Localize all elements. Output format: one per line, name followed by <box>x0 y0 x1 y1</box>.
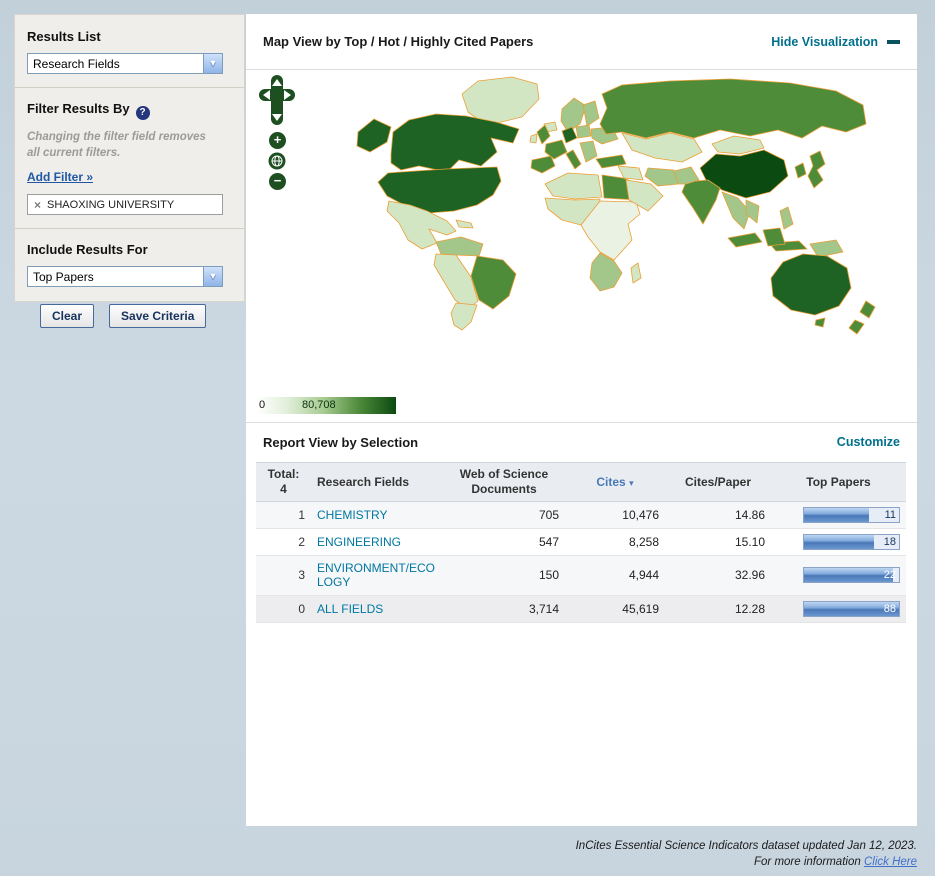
map-countries <box>356 76 876 335</box>
filter-chip-label: SHAOXING UNIVERSITY <box>47 198 175 211</box>
filter-note: Changing the filter field removes all cu… <box>27 131 206 160</box>
map-view-header: Map View by Top / Hot / Highly Cited Pap… <box>246 14 917 70</box>
table-row: 0 ALL FIELDS 3,714 45,619 12.28 88 <box>256 595 906 623</box>
more-info-text: For more information <box>754 855 864 868</box>
criteria-buttons: Clear Save Criteria <box>40 304 207 328</box>
row-cites-per-paper: 32.96 <box>665 555 771 596</box>
top-papers-bar-fill <box>804 535 875 549</box>
report-view-title: Report View by Selection <box>263 434 419 450</box>
report-view-header: Report View by Selection Customize <box>246 423 917 461</box>
remove-filter-icon[interactable]: × <box>34 199 41 211</box>
row-rank: 3 <box>256 555 311 596</box>
table-row: 1 CHEMISTRY 705 10,476 14.86 11 <box>256 501 906 529</box>
column-header-total: Total: 4 <box>256 462 311 502</box>
main-panel: Map View by Top / Hot / Highly Cited Pap… <box>246 14 917 826</box>
report-table: Total: 4 Research Fields Web of Science … <box>256 462 906 623</box>
row-rank: 1 <box>256 501 311 529</box>
filter-chip-shaoxing-university[interactable]: × SHAOXING UNIVERSITY <box>27 194 223 216</box>
legend-max-value: 80,708 <box>302 399 336 411</box>
world-map-region: + − 0 80,708 <box>246 70 917 423</box>
top-papers-bar: 11 <box>803 507 900 523</box>
dropdown-arrow-icon[interactable]: ▼ <box>203 54 222 73</box>
include-results-selected-value: Top Papers <box>33 270 94 285</box>
top-papers-value: 11 <box>884 509 896 521</box>
column-header-cites-per-paper[interactable]: Cites/Paper <box>665 462 771 502</box>
filter-sidebar: Results List Research Fields ▼ Filter Re… <box>14 14 245 303</box>
research-field-link[interactable]: ENVIRONMENT/ECOLOGY <box>317 561 437 590</box>
save-criteria-button[interactable]: Save Criteria <box>109 304 207 328</box>
column-header-documents[interactable]: Web of Science Documents <box>443 462 565 502</box>
row-documents: 150 <box>443 555 565 596</box>
row-documents: 547 <box>443 528 565 556</box>
row-cites-per-paper: 14.86 <box>665 501 771 529</box>
row-cites: 8,258 <box>565 528 665 556</box>
map-pan-control[interactable] <box>258 74 296 126</box>
legend-min-value: 0 <box>259 399 266 411</box>
row-documents: 3,714 <box>443 595 565 623</box>
results-list-label: Results List <box>27 29 101 44</box>
include-results-select[interactable]: Top Papers ▼ <box>27 266 223 288</box>
report-table-body: 1 CHEMISTRY 705 10,476 14.86 11 2 ENGINE… <box>256 501 906 623</box>
results-list-selected-value: Research Fields <box>33 57 120 71</box>
top-papers-value: 22 <box>883 569 896 582</box>
row-cites: 10,476 <box>565 501 665 529</box>
hide-visualization-link[interactable]: Hide Visualization <box>771 35 900 49</box>
choropleth-world-map[interactable] <box>250 72 910 372</box>
table-row: 2 ENGINEERING 547 8,258 15.10 18 <box>256 528 906 556</box>
include-results-for-label: Include Results For <box>27 242 148 258</box>
collapse-minus-icon <box>887 39 900 44</box>
table-row: 3 ENVIRONMENT/ECOLOGY 150 4,944 32.96 22 <box>256 555 906 596</box>
map-navigation-controls: + − <box>258 74 300 190</box>
zoom-out-button[interactable]: − <box>269 173 286 190</box>
column-header-cites-sorted[interactable]: Cites ▾ <box>565 462 665 502</box>
sidebar-divider <box>15 87 244 88</box>
top-papers-bar: 18 <box>803 534 900 550</box>
row-documents: 705 <box>443 501 565 529</box>
column-header-top-papers[interactable]: Top Papers <box>771 462 906 502</box>
row-cites: 45,619 <box>565 595 665 623</box>
top-papers-bar: 88 <box>803 600 900 617</box>
help-icon[interactable]: ? <box>135 106 150 120</box>
column-header-research-fields[interactable]: Research Fields <box>311 462 443 502</box>
globe-icon <box>268 152 286 170</box>
research-field-link[interactable]: CHEMISTRY <box>317 508 437 522</box>
top-papers-value: 18 <box>883 536 896 548</box>
row-cites: 4,944 <box>565 555 665 596</box>
dataset-updated-text: InCites Essential Science Indicators dat… <box>575 840 917 852</box>
world-extent-button[interactable] <box>268 152 286 170</box>
customize-link[interactable]: Customize <box>837 435 900 449</box>
sort-down-icon: ▾ <box>629 477 634 488</box>
results-list-select[interactable]: Research Fields ▼ <box>27 53 223 74</box>
row-cites-per-paper: 15.10 <box>665 528 771 556</box>
map-view-title: Map View by Top / Hot / Highly Cited Pap… <box>263 34 534 49</box>
sidebar-divider <box>15 228 244 230</box>
row-cites-per-paper: 12.28 <box>665 595 771 623</box>
research-field-link[interactable]: ENGINEERING <box>317 535 437 549</box>
filter-results-by-label: Filter Results By? <box>27 101 232 120</box>
zoom-in-button[interactable]: + <box>269 132 286 149</box>
top-papers-bar: 22 <box>803 567 900 584</box>
top-papers-value: 88 <box>883 602 896 615</box>
row-rank: 0 <box>256 595 311 623</box>
clear-button[interactable]: Clear <box>40 304 95 328</box>
research-field-link[interactable]: ALL FIELDS <box>317 602 437 616</box>
click-here-link[interactable]: Click Here <box>864 856 917 868</box>
map-color-legend: 0 80,708 <box>256 397 396 414</box>
dataset-footer: InCites Essential Science Indicators dat… <box>576 839 917 870</box>
table-header-row: Total: 4 Research Fields Web of Science … <box>256 462 906 502</box>
add-filter-link[interactable]: Add Filter » <box>27 170 93 184</box>
top-papers-bar-fill <box>804 508 869 522</box>
row-rank: 2 <box>256 528 311 556</box>
top-papers-bar-fill <box>804 568 894 583</box>
dropdown-arrow-icon[interactable]: ▼ <box>203 267 222 287</box>
